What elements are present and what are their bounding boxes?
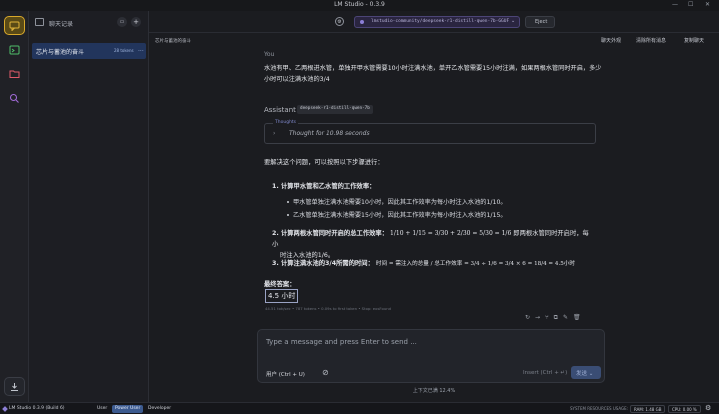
title-bar: LM Studio - 0.3.9 — ☐ ✕: [0, 0, 719, 11]
continue-icon[interactable]: →: [535, 314, 540, 324]
terminal-icon: [9, 45, 20, 54]
bullet-text: 乙水管单独注满水池需要15小时，因此其工作效率为每小时注入水池的1/15。: [293, 212, 507, 219]
assistant-header: Assistant deepseek-r1-distill-qwen-7b: [264, 104, 604, 116]
discover-nav-button[interactable]: [4, 88, 25, 107]
step-3: 3. 计算注满水池的3/4所需的时间： 时间 = 需注入的总量 / 总工作效率 …: [272, 258, 602, 267]
attachment-icon[interactable]: ⊘: [322, 368, 329, 377]
context-usage: 上下文已满 12.4%: [412, 388, 456, 394]
sidebar-toggle-icon[interactable]: [35, 18, 44, 26]
developer-nav-button[interactable]: [4, 40, 25, 59]
generation-stats: 44.51 tok/sec • 787 tokens • 0.09s to fi…: [265, 306, 392, 311]
send-button[interactable]: 发送 ⌄: [571, 366, 601, 379]
step-3-title: 3. 计算注满水池的3/4所需的时间：: [272, 260, 374, 267]
bullet-icon: [287, 214, 289, 216]
bullet-text: 甲水管单独注满水池需要10小时，因此其工作效率为每小时注入水池的1/10。: [293, 199, 507, 206]
step-3-formula: 时间 = 需注入的总量 / 总工作效率 = 3/4 ÷ 1/6 = 3/4 × …: [375, 261, 575, 267]
message-composer: Type a message and press Enter to send .…: [257, 329, 605, 383]
mode-power-user[interactable]: Power User: [112, 405, 144, 413]
step-2-title: 2. 计算两根水管同时开启的总工作效率：: [272, 230, 389, 237]
gear-icon[interactable]: ⚙: [705, 404, 711, 412]
answer-intro: 要解决这个问题，可以按照以下步骤进行：: [264, 159, 384, 166]
chat-icon: [9, 21, 20, 31]
cpu-usage: CPU: 0.00 %: [668, 405, 701, 413]
assistant-role-label: Assistant: [264, 106, 296, 114]
new-folder-icon[interactable]: ▭: [117, 17, 127, 27]
status-bar: LM Studio 0.3.9 (Build 6) User Power Use…: [0, 402, 719, 414]
mode-user[interactable]: User: [94, 405, 110, 413]
downloads-button[interactable]: [4, 377, 25, 396]
role-toggle-button[interactable]: 用户 (Ctrl + U): [266, 370, 305, 378]
close-icon[interactable]: ✕: [705, 1, 710, 8]
more-options-icon[interactable]: ...: [138, 46, 144, 53]
minimize-icon[interactable]: —: [672, 1, 678, 8]
step-1-title: 1. 计算甲水管和乙水管的工作效率：: [272, 183, 376, 190]
branch-icon[interactable]: ⑂: [545, 314, 549, 324]
window-title: LM Studio - 0.3.9: [334, 1, 385, 8]
thought-tag: Thoughts: [273, 120, 299, 125]
chat-token-count: 28 tokens: [114, 48, 134, 53]
send-label: 发送: [576, 371, 588, 377]
user-role-label: You: [264, 51, 275, 58]
maximize-icon[interactable]: ☐: [688, 1, 693, 8]
chat-nav-button[interactable]: [4, 16, 25, 35]
models-nav-button[interactable]: [4, 64, 25, 83]
edit-icon[interactable]: ✎: [563, 314, 568, 324]
download-icon: [11, 382, 18, 391]
list-item: 甲水管单独注满水池需要10小时，因此其工作效率为每小时注入水池的1/10。: [287, 197, 507, 206]
thought-duration: Thought for 10.98 seconds: [289, 130, 370, 137]
conversation: You 水池有甲、乙两根进水管，单独开甲水管需要10小时注满水池，单开乙水管需要…: [149, 11, 719, 402]
step-2-formula: 1/10 + 1/15 = 3/30 + 2/30 = 5/30 = 1/6: [390, 230, 512, 237]
thought-panel[interactable]: Thoughts › Thought for 10.98 seconds: [264, 120, 596, 144]
list-item: 乙水管单独注满水池需要15小时，因此其工作效率为每小时注入水池的1/15。: [287, 210, 507, 219]
model-tag: deepseek-r1-distill-qwen-7b: [297, 105, 373, 114]
message-actions: ↻ → ⑂ ⧉ ✎ 🗑: [525, 314, 595, 324]
search-icon: [9, 93, 19, 103]
system-resources-label: SYSTEM RESOURCES USAGE:: [570, 406, 629, 411]
delete-icon[interactable]: 🗑: [573, 314, 581, 324]
left-rail: [0, 11, 29, 402]
final-answer: 4.5 小时: [265, 289, 299, 303]
folder-icon: [9, 70, 20, 78]
mode-developer[interactable]: Developer: [145, 405, 174, 413]
sidebar-title: 聊天记录: [49, 21, 74, 28]
insert-button[interactable]: Insert (Ctrl + ↵): [523, 370, 567, 376]
message-input[interactable]: Type a message and press Enter to send .…: [266, 338, 417, 346]
chat-name: 芯片与蓄池的奋斗: [36, 49, 85, 56]
ram-usage: RAM: 1.48 GB: [630, 405, 666, 413]
bullet-icon: [287, 201, 289, 203]
regenerate-icon[interactable]: ↻: [525, 314, 530, 324]
app-version: LM Studio 0.3.9 (Build 6): [9, 406, 65, 411]
app-logo-icon: [2, 406, 8, 412]
new-chat-icon[interactable]: +: [131, 17, 141, 27]
sidebar-header: 聊天记录 ▭ +: [29, 15, 149, 31]
copy-icon[interactable]: ⧉: [554, 314, 558, 324]
chat-list-item[interactable]: 芯片与蓄池的奋斗 28 tokens ...: [32, 43, 146, 59]
chevron-right-icon: ›: [273, 130, 276, 137]
final-answer-label: 最终答案：: [264, 281, 296, 288]
step-2: 2. 计算两根水管同时开启的总工作效率： 1/10 + 1/15 = 3/30 …: [272, 228, 592, 261]
chat-sidebar: 聊天记录 ▭ + 芯片与蓄池的奋斗 28 tokens ...: [29, 11, 149, 402]
user-message: 水池有甲、乙两根进水管，单独开甲水管需要10小时注满水池，单开乙水管需要15小时…: [264, 65, 602, 83]
